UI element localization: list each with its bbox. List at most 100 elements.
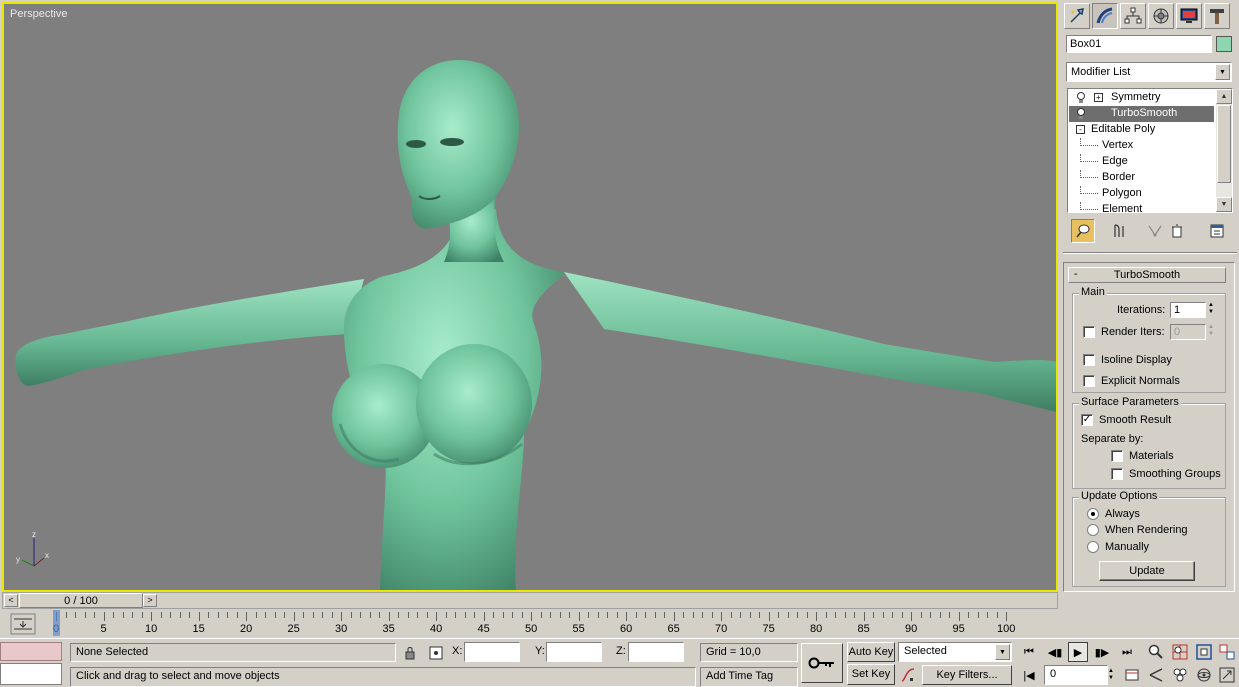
smoothing-groups-row[interactable]: Smoothing Groups bbox=[1111, 468, 1221, 480]
render-iters-checkbox[interactable] bbox=[1083, 326, 1095, 338]
frame-tick bbox=[759, 612, 760, 618]
default-key-button[interactable] bbox=[801, 643, 843, 683]
isoline-display-row[interactable]: Isoline Display bbox=[1083, 354, 1172, 366]
scroll-down-icon[interactable]: ▼ bbox=[1216, 197, 1232, 212]
selection-lock-toggle[interactable] bbox=[400, 643, 420, 663]
auto-key-button[interactable]: Auto Key bbox=[847, 642, 895, 662]
stack-scrollbar[interactable]: ▲ ▼ bbox=[1216, 89, 1232, 212]
update-button[interactable]: Update bbox=[1099, 561, 1195, 581]
object-name-field[interactable]: Box01 bbox=[1066, 35, 1212, 53]
time-prev-button[interactable]: < bbox=[4, 594, 18, 607]
mini-curve-editor-icon[interactable] bbox=[10, 613, 36, 635]
play-button[interactable]: ▶ bbox=[1068, 642, 1088, 662]
create-tab[interactable] bbox=[1064, 3, 1090, 29]
stack-item-turbosmooth[interactable]: TurboSmooth bbox=[1069, 106, 1214, 122]
next-frame-button[interactable]: ▮▶ bbox=[1092, 642, 1112, 662]
character-model[interactable] bbox=[4, 4, 1056, 590]
zoom-extents-all-button[interactable] bbox=[1217, 642, 1237, 662]
smooth-result-row[interactable]: ✓ Smooth Result bbox=[1081, 414, 1171, 426]
x-coordinate-input[interactable] bbox=[464, 642, 520, 662]
previous-frame-button[interactable]: ◀▮ bbox=[1045, 642, 1065, 662]
manually-radio[interactable] bbox=[1087, 541, 1099, 553]
lightbulb-icon[interactable] bbox=[1076, 108, 1086, 120]
stack-item-polygon[interactable]: Polygon bbox=[1069, 186, 1214, 202]
zoom-all-button[interactable] bbox=[1170, 642, 1190, 662]
chevron-down-icon[interactable]: ▼ bbox=[1215, 64, 1230, 80]
stack-item-border[interactable]: Border bbox=[1069, 170, 1214, 186]
key-mode-dropdown[interactable]: Selected ▼ bbox=[898, 642, 1012, 662]
z-coordinate-input[interactable] bbox=[628, 642, 684, 662]
spinner-arrows-icon[interactable]: ▲ ▼ bbox=[1206, 302, 1216, 318]
y-coordinate-input[interactable] bbox=[546, 642, 602, 662]
arc-rotate-button[interactable] bbox=[1194, 665, 1214, 685]
time-slider-thumb[interactable]: 0 / 100 bbox=[19, 593, 143, 608]
explicit-normals-checkbox[interactable] bbox=[1083, 375, 1095, 387]
lightbulb-icon[interactable] bbox=[1076, 92, 1086, 104]
always-radio[interactable] bbox=[1087, 508, 1099, 520]
configure-modifier-sets-button[interactable] bbox=[1205, 219, 1229, 243]
iterations-spinner[interactable]: 1 ▲ ▼ bbox=[1170, 302, 1214, 318]
remove-modifier-button[interactable] bbox=[1165, 219, 1189, 243]
zoom-button[interactable] bbox=[1146, 642, 1166, 662]
show-end-result-button[interactable] bbox=[1107, 219, 1131, 243]
curve-tangent-button[interactable] bbox=[898, 665, 918, 685]
stack-item-symmetry[interactable]: + Symmetry bbox=[1069, 90, 1214, 106]
when-rendering-radio[interactable] bbox=[1087, 524, 1099, 536]
scroll-thumb[interactable] bbox=[1217, 105, 1231, 183]
stack-item-edge[interactable]: Edge bbox=[1069, 154, 1214, 170]
turbosmooth-rollout-header[interactable]: - TurboSmooth bbox=[1068, 267, 1226, 283]
frame-tick bbox=[920, 612, 922, 618]
smoothing-groups-checkbox[interactable] bbox=[1111, 468, 1123, 480]
stack-item-element[interactable]: Element bbox=[1069, 202, 1214, 212]
maxscript-output-mini[interactable] bbox=[0, 663, 62, 685]
stack-item-editable-poly[interactable]: - Editable Poly bbox=[1069, 122, 1214, 138]
frame-spinner[interactable]: ▲ ▼ bbox=[1104, 665, 1118, 685]
motion-tab[interactable] bbox=[1148, 3, 1174, 29]
modify-tab[interactable] bbox=[1092, 3, 1118, 29]
when-rendering-row[interactable]: When Rendering bbox=[1087, 524, 1188, 536]
maximize-viewport-button[interactable] bbox=[1217, 665, 1237, 685]
absolute-mode-toggle[interactable] bbox=[426, 643, 446, 663]
modifier-list-dropdown[interactable]: Modifier List ▼ bbox=[1066, 62, 1232, 82]
frame-ruler[interactable]: 0510152025303540455055606570758085909510… bbox=[52, 610, 1058, 637]
manually-row[interactable]: Manually bbox=[1087, 541, 1149, 553]
key-mode-toggle[interactable]: |◀ bbox=[1019, 665, 1039, 685]
materials-checkbox[interactable] bbox=[1111, 450, 1123, 462]
add-time-tag-button[interactable]: Add Time Tag bbox=[700, 667, 798, 687]
time-next-button[interactable]: > bbox=[143, 594, 157, 607]
materials-row[interactable]: Materials bbox=[1111, 450, 1174, 462]
maxscript-listener-mini[interactable] bbox=[0, 642, 62, 661]
perspective-viewport[interactable]: Perspective z x y bbox=[2, 2, 1058, 592]
go-to-end-button[interactable]: ⏭ bbox=[1117, 642, 1137, 662]
expand-plus-icon[interactable]: + bbox=[1094, 93, 1103, 102]
explicit-normals-row[interactable]: Explicit Normals bbox=[1083, 375, 1180, 387]
field-of-view-button[interactable] bbox=[1146, 665, 1166, 685]
set-key-button[interactable]: Set Key bbox=[847, 664, 895, 685]
pin-stack-button[interactable] bbox=[1071, 219, 1095, 243]
key-filters-button[interactable]: Key Filters... bbox=[922, 665, 1012, 685]
display-tab[interactable] bbox=[1176, 3, 1202, 29]
object-color-swatch[interactable] bbox=[1216, 36, 1232, 52]
zoom-extents-button[interactable] bbox=[1194, 642, 1214, 662]
pan-button[interactable] bbox=[1170, 665, 1190, 685]
stack-item-vertex[interactable]: Vertex bbox=[1069, 138, 1214, 154]
scroll-up-icon[interactable]: ▲ bbox=[1216, 89, 1232, 104]
modifier-stack[interactable]: + Symmetry TurboSmooth - Editable Poly V… bbox=[1067, 88, 1233, 213]
frame-tick bbox=[949, 612, 950, 618]
render-iters-row[interactable]: Render Iters: bbox=[1083, 326, 1165, 338]
utilities-tab[interactable] bbox=[1204, 3, 1230, 29]
always-row[interactable]: Always bbox=[1087, 508, 1140, 520]
isoline-display-checkbox[interactable] bbox=[1083, 354, 1095, 366]
smooth-result-checkbox[interactable]: ✓ bbox=[1081, 414, 1093, 426]
current-frame-input[interactable]: 0 bbox=[1044, 665, 1108, 685]
hierarchy-tab[interactable] bbox=[1120, 3, 1146, 29]
chevron-down-icon[interactable]: ▼ bbox=[995, 644, 1010, 660]
make-unique-button[interactable] bbox=[1143, 219, 1167, 243]
current-frame-marker[interactable] bbox=[53, 610, 60, 636]
collapse-minus-icon[interactable]: - bbox=[1076, 125, 1085, 134]
time-slider[interactable]: < 0 / 100 > bbox=[2, 592, 1058, 609]
render-iters-spinner: 0 ▲ ▼ bbox=[1170, 324, 1214, 340]
tree-line bbox=[1080, 154, 1098, 162]
go-to-start-button[interactable]: ⏮ bbox=[1019, 642, 1039, 662]
time-configuration-button[interactable] bbox=[1122, 665, 1142, 685]
